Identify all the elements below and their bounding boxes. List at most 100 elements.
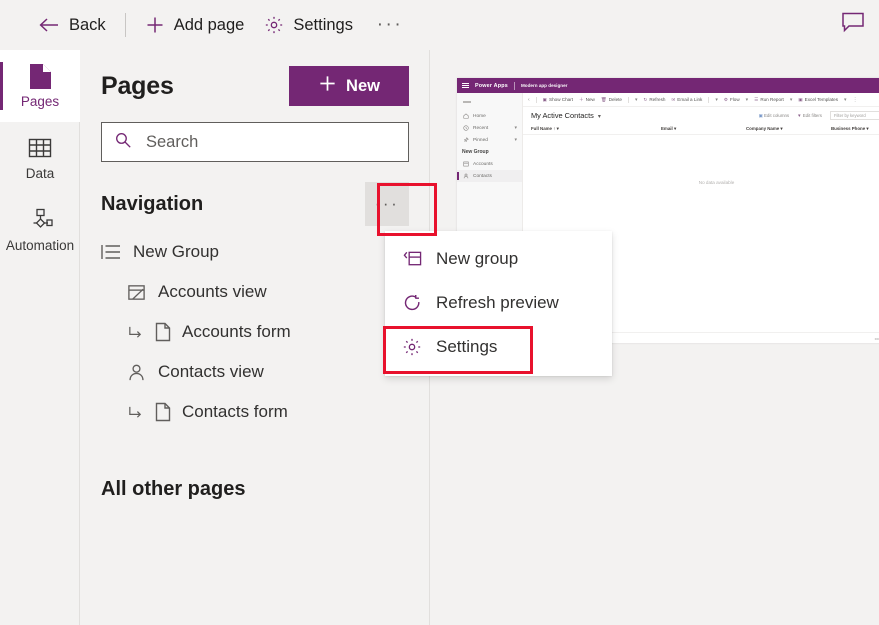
chevron-down-icon[interactable]: ▾ bbox=[844, 97, 847, 103]
rail-item-pages[interactable]: Pages bbox=[0, 50, 80, 122]
comment-button[interactable] bbox=[835, 7, 871, 43]
preview-cmd-show-chart[interactable]: ▣ Show Chart bbox=[543, 97, 573, 103]
add-page-label: Add page bbox=[173, 15, 245, 34]
preview-nav-recent-label: Recent bbox=[473, 125, 489, 131]
preview-cmd-refresh-label: Refresh bbox=[649, 97, 666, 102]
clock-icon bbox=[463, 125, 469, 131]
preview-nav-contacts-label: Contacts bbox=[473, 173, 492, 179]
hamburger-icon[interactable] bbox=[463, 101, 471, 103]
preview-column-email[interactable]: Email ▾ bbox=[661, 126, 746, 132]
report-icon: ☰ bbox=[754, 96, 759, 102]
context-menu-item-new-group[interactable]: New group bbox=[385, 237, 612, 281]
preview-column-company-name[interactable]: Company Name ▾ bbox=[746, 126, 831, 132]
subitem-arrow-icon bbox=[127, 404, 144, 421]
table-icon bbox=[28, 135, 52, 161]
navigation-more-button[interactable]: ··· bbox=[365, 182, 409, 226]
preview-column-business-phone[interactable]: Business Phone ▾ bbox=[831, 126, 869, 132]
preview-nav-group-label: New Group bbox=[462, 149, 489, 155]
preview-cmd-refresh[interactable]: ↻ Refresh bbox=[643, 97, 665, 103]
preview-topbar: Power Apps Modern app designer ⚙ ? bbox=[457, 78, 879, 93]
preview-cmd-run-report-label: Run Report bbox=[760, 97, 784, 102]
gear-icon bbox=[402, 337, 422, 357]
rail-selection-indicator bbox=[0, 62, 3, 110]
navigation-section-header: Navigation ··· bbox=[81, 162, 429, 226]
rail-item-automation-label: Automation bbox=[5, 238, 75, 253]
preview-edit-filters[interactable]: ▼ Edit filters bbox=[797, 113, 822, 118]
preview-cmd-flow-label: Flow bbox=[729, 97, 740, 102]
preview-view-selector[interactable]: My Active Contacts ▾ bbox=[531, 111, 601, 120]
navigation-list: New Group Accounts view Accounts form Co… bbox=[81, 226, 429, 432]
overflow-icon[interactable]: ⋮ bbox=[853, 97, 858, 103]
pages-panel-header: Pages New bbox=[81, 50, 429, 106]
preview-nav-contacts[interactable]: Contacts bbox=[457, 170, 522, 182]
rail-item-automation[interactable]: Automation bbox=[0, 194, 80, 266]
back-button[interactable]: Back bbox=[28, 7, 116, 43]
plus-icon bbox=[318, 74, 337, 98]
navigation-title: Navigation bbox=[101, 192, 204, 215]
gear-icon bbox=[264, 15, 284, 35]
preview-nav-recent[interactable]: Recent ▾ bbox=[457, 122, 522, 134]
nav-item-accounts-form[interactable]: Accounts form bbox=[81, 312, 429, 352]
preview-cmd-delete[interactable]: 🗑 Delete bbox=[601, 97, 622, 103]
search-input[interactable] bbox=[144, 131, 396, 153]
chevron-down-icon[interactable]: ▾ bbox=[746, 97, 749, 103]
arrow-left-icon bbox=[38, 16, 60, 34]
preview-nav-accounts[interactable]: Accounts bbox=[457, 158, 522, 170]
add-page-button[interactable]: Add page bbox=[135, 7, 255, 43]
context-menu-item-settings[interactable]: Settings bbox=[385, 325, 612, 369]
back-label: Back bbox=[69, 15, 106, 34]
subitem-arrow-icon bbox=[127, 324, 144, 341]
group-list-icon bbox=[101, 243, 121, 261]
chevron-down-icon[interactable]: ▾ bbox=[715, 97, 718, 103]
preview-cmd-delete-label: Delete bbox=[608, 97, 622, 102]
preview-nav-pinned[interactable]: Pinned ▾ bbox=[457, 134, 522, 146]
command-divider bbox=[627, 96, 629, 103]
preview-cmd-flow[interactable]: ⚙ Flow bbox=[724, 97, 740, 103]
preview-column-full-name[interactable]: Full Name ↑ ▾ bbox=[531, 126, 661, 132]
preview-nav-home[interactable]: Home bbox=[457, 110, 522, 122]
nav-item-contacts-form[interactable]: Contacts form bbox=[81, 392, 429, 432]
nav-item-new-group[interactable]: New Group bbox=[81, 232, 429, 272]
preview-cmd-email-link-label: Email a Link bbox=[677, 97, 703, 102]
contact-icon bbox=[127, 363, 146, 382]
chevron-down-icon[interactable]: ▾ bbox=[635, 97, 638, 103]
new-page-button[interactable]: New bbox=[289, 66, 409, 106]
form-icon bbox=[154, 322, 172, 342]
preview-view-actions: ▣ Edit columns ▼ Edit filters Filter by … bbox=[759, 111, 879, 120]
command-bar-more-button[interactable]: ··· bbox=[373, 8, 407, 42]
nav-item-accounts-view-label: Accounts view bbox=[158, 282, 267, 301]
flow-icon: ⚙ bbox=[723, 96, 728, 102]
view-icon bbox=[127, 283, 146, 302]
first-page-icon[interactable]: ◂◂ bbox=[874, 336, 878, 341]
preview-cmd-excel-templates[interactable]: ▣ Excel Templates bbox=[798, 97, 838, 103]
chevron-left-icon[interactable]: ‹ bbox=[528, 97, 530, 103]
all-other-pages-title: All other pages bbox=[101, 478, 246, 500]
rail-item-data[interactable]: Data bbox=[0, 122, 80, 194]
contact-icon bbox=[463, 173, 469, 179]
search-box[interactable] bbox=[101, 122, 409, 162]
nav-item-accounts-view[interactable]: Accounts view bbox=[81, 272, 429, 312]
chevron-down-icon[interactable]: ▾ bbox=[790, 97, 793, 103]
chart-icon: ▣ bbox=[542, 96, 548, 102]
rail-item-pages-label: Pages bbox=[20, 94, 60, 109]
command-divider bbox=[535, 96, 537, 103]
preview-cmd-email-link[interactable]: ✉ Email a Link bbox=[671, 97, 702, 103]
preview-cmd-run-report[interactable]: ☰ Run Report bbox=[754, 97, 784, 103]
settings-button[interactable]: Settings bbox=[254, 7, 363, 43]
preview-edit-columns[interactable]: ▣ Edit columns bbox=[759, 113, 790, 119]
refresh-icon bbox=[402, 294, 422, 313]
page-title: Pages bbox=[101, 71, 174, 100]
preview-cmd-new[interactable]: ＋ New bbox=[579, 97, 595, 103]
automation-icon bbox=[27, 207, 53, 233]
pages-icon bbox=[28, 63, 53, 89]
preview-cmd-show-chart-label: Show Chart bbox=[549, 97, 574, 102]
preview-filter-input[interactable]: Filter by keyword bbox=[830, 111, 879, 120]
new-page-label: New bbox=[346, 76, 380, 95]
context-menu-item-refresh-preview[interactable]: Refresh preview bbox=[385, 281, 612, 325]
refresh-icon: ↻ bbox=[643, 96, 648, 102]
excel-icon: ▣ bbox=[798, 96, 803, 102]
preview-filter-placeholder: Filter by keyword bbox=[834, 113, 866, 118]
preview-nav-pinned-label: Pinned bbox=[473, 137, 488, 143]
nav-item-contacts-view[interactable]: Contacts view bbox=[81, 352, 429, 392]
nav-item-new-group-label: New Group bbox=[133, 242, 219, 261]
